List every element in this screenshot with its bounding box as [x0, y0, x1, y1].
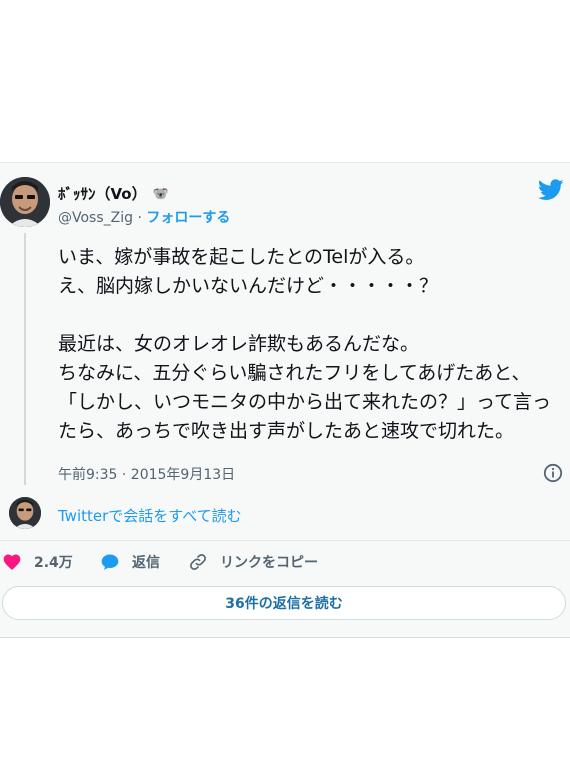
info-icon[interactable] [543, 463, 563, 483]
tweet-timestamp[interactable]: 午前9:35 · 2015年9月13日 [58, 464, 235, 484]
koala-emoji: 🐨 [152, 187, 169, 202]
link-icon [190, 554, 206, 570]
embedded-tweet-card: ﾎﾞｯｻﾝ（Vo） 🐨 @Voss_Zig · フォローする いま、嫁が事故を起こ… [0, 162, 570, 638]
reply-button[interactable]: 返信 [100, 552, 160, 572]
author-handle[interactable]: @Voss_Zig [58, 210, 133, 226]
twitter-bird-icon[interactable] [538, 179, 564, 201]
author-avatar[interactable] [0, 177, 50, 227]
like-count: 2.4万 [34, 555, 73, 571]
copy-link-label: リンクをコピー [220, 555, 318, 571]
copy-link-button[interactable]: リンクをコピー [188, 552, 318, 572]
read-replies-button[interactable]: 36件の返信を読む [2, 586, 566, 620]
action-bar: 2.4万 返信 リンクをコピー [0, 552, 570, 576]
divider [0, 540, 570, 541]
separator-dot: · [137, 210, 142, 226]
like-button[interactable]: 2.4万 [2, 552, 73, 572]
author-name[interactable]: ﾎﾞｯｻﾝ（Vo） 🐨 [58, 183, 169, 204]
handle-row: @Voss_Zig · フォローする [58, 207, 230, 227]
heart-icon [3, 554, 21, 570]
read-conversation-link[interactable]: Twitterで会話をすべて読む [58, 505, 242, 526]
display-name[interactable]: ﾎﾞｯｻﾝ（Vo） [58, 185, 147, 203]
reply-bubble-icon [101, 554, 119, 570]
follow-button[interactable]: フォローする [146, 210, 230, 226]
conversation-avatar[interactable] [9, 497, 41, 529]
reply-label: 返信 [132, 555, 160, 571]
thread-line [24, 233, 26, 485]
tweet-text: いま、嫁が事故を起こしたとのTelが入る。 え、脳内嫁しかいないんだけど・・・・… [58, 243, 558, 446]
tweet-paragraph-2: 最近は、女のオレオレ詐欺もあるんだな。 ちなみに、五分ぐらい騙されたフリをしてあ… [58, 333, 552, 442]
tweet-paragraph-1: いま、嫁が事故を起こしたとのTelが入る。 え、脳内嫁しかいないんだけど・・・・… [58, 246, 439, 297]
